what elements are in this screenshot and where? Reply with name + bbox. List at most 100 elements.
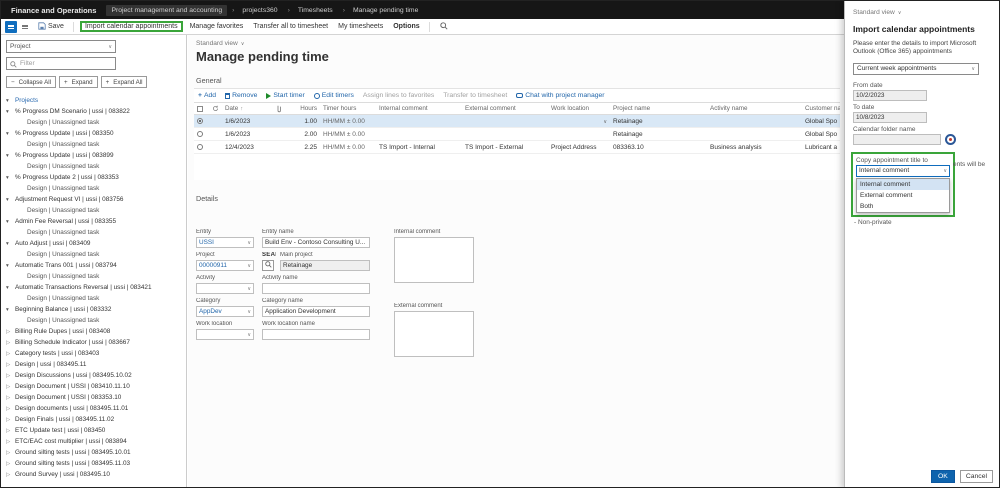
tree-toggle-icon[interactable] — [6, 329, 15, 335]
tree-toggle-icon[interactable] — [6, 241, 15, 247]
hours-cell[interactable]: 2.25 — [286, 141, 320, 153]
toolbar-item[interactable]: Transfer to timesheet — [443, 92, 507, 99]
tree-child-item[interactable]: Design | Unassigned task — [6, 205, 181, 216]
tree-item[interactable]: Design Document | USSI | 083353.10 — [6, 392, 181, 403]
work-location-name-input[interactable] — [262, 329, 370, 340]
tree-item[interactable]: % Progress Update 2 | ussi | 083353 — [6, 172, 181, 183]
tree-item[interactable]: ETC Update test | ussi | 083450 — [6, 425, 181, 436]
activity-name-cell[interactable] — [707, 128, 802, 140]
tree-item[interactable]: % Progress Update | ussi | 083350 — [6, 128, 181, 139]
tree-toggle-icon[interactable] — [6, 450, 15, 456]
filter-input[interactable] — [20, 60, 100, 67]
tree-item[interactable]: % Progress DM Scenario | ussi | 083822 — [6, 106, 181, 117]
timer-hours-cell[interactable]: HH/MM ± 0.00 — [320, 115, 376, 127]
attachment-cell[interactable] — [272, 141, 286, 153]
tree-toggle-icon[interactable] — [6, 395, 15, 401]
attachment-cell[interactable] — [272, 128, 286, 140]
tree-item[interactable]: % Progress Update | ussi | 083899 — [6, 150, 181, 161]
calendar-sync-icon[interactable] — [945, 133, 956, 145]
cancel-button[interactable]: Cancel — [959, 470, 993, 483]
tree-item[interactable]: Billing Rule Dupes | ussi | 083408 — [6, 326, 181, 337]
tree-item[interactable]: Admin Fee Reversal | ussi | 083355 — [6, 216, 181, 227]
expand-button[interactable]: Expand — [58, 76, 98, 88]
section-details-header[interactable]: Details — [196, 194, 846, 203]
internal-comment-cell[interactable]: TS Import - Internal — [376, 141, 462, 153]
tree-child-item[interactable]: Design | Unassigned task — [6, 117, 181, 128]
tree-toggle-icon[interactable] — [6, 406, 15, 412]
tree-toggle-icon[interactable] — [6, 340, 15, 346]
tree-child-item[interactable]: Design | Unassigned task — [6, 271, 181, 282]
project-search-button[interactable] — [262, 260, 274, 271]
category-name-input[interactable]: Application Development — [262, 306, 370, 317]
external-comment-textarea[interactable] — [394, 311, 474, 357]
toolbar-item[interactable]: Edit timers — [313, 92, 354, 99]
column-activity-name[interactable]: Activity name — [707, 103, 802, 114]
tree-item[interactable]: Ground silting tests | ussi | 083495.11.… — [6, 458, 181, 469]
actionbar-item[interactable]: Import calendar appointments — [79, 21, 183, 32]
tree-item[interactable]: Category tests | ussi | 083403 — [6, 348, 181, 359]
date-cell[interactable]: 12/4/2023 — [222, 141, 272, 153]
date-cell[interactable]: 1/6/2023 — [222, 128, 272, 140]
external-comment-cell[interactable] — [462, 128, 548, 140]
tree-item[interactable]: Adjustment Request VI | ussi | 083756 — [6, 194, 181, 205]
tree-toggle-icon[interactable] — [6, 98, 15, 104]
actionbar-item[interactable]: Manage favorites — [185, 22, 249, 31]
work-location-cell[interactable] — [548, 128, 610, 140]
tree-item[interactable]: Design Discussions | ussi | 083495.10.02 — [6, 370, 181, 381]
copy-title-combobox[interactable]: Internal comment — [856, 164, 950, 177]
search-button[interactable] — [436, 21, 452, 32]
project-name-cell[interactable]: 083363.10 — [610, 141, 707, 153]
column-external-comment[interactable]: External comment — [462, 103, 548, 114]
hours-cell[interactable]: 2.00 — [286, 128, 320, 140]
tree-child-item[interactable]: Design | Unassigned task — [6, 293, 181, 304]
tree-item[interactable]: Auto Adjust | ussi | 083409 — [6, 238, 181, 249]
tree-child-item[interactable]: Design | Unassigned task — [6, 227, 181, 238]
attachment-cell[interactable] — [272, 115, 286, 127]
timer-hours-cell[interactable]: HH/MM ± 0.00 — [320, 141, 376, 153]
work-location-cell[interactable]: Project Address — [548, 141, 610, 153]
activity-name-cell[interactable]: Business analysis — [707, 141, 802, 153]
tree-toggle-icon[interactable] — [6, 263, 15, 269]
column-internal-comment[interactable]: Internal comment — [376, 103, 462, 114]
tree-item[interactable]: Ground silting tests | ussi | 083495.10.… — [6, 447, 181, 458]
tree-item[interactable]: Billing Schedule Indicator | ussi | 0836… — [6, 337, 181, 348]
tree-toggle-icon[interactable] — [6, 307, 15, 313]
customer-name-cell[interactable]: Global Spo — [802, 128, 840, 140]
actionbar-item[interactable]: My timesheets — [333, 22, 388, 31]
tree-child-item[interactable]: Design | Unassigned task — [6, 183, 181, 194]
hours-cell[interactable]: 1.00 — [286, 115, 320, 127]
tree-item[interactable]: Design documents | ussi | 083495.11.01 — [6, 403, 181, 414]
appointment-period-select[interactable]: Current week appointments — [853, 62, 979, 75]
save-button[interactable]: Save — [33, 21, 69, 32]
tree-toggle-icon[interactable] — [6, 373, 15, 379]
customer-name-cell[interactable]: Lubricant a — [802, 141, 840, 153]
external-comment-cell[interactable]: TS Import - External — [462, 141, 548, 153]
tree-toggle-icon[interactable] — [6, 351, 15, 357]
select-all-checkbox[interactable] — [194, 103, 209, 114]
tree-toggle-icon[interactable] — [6, 428, 15, 434]
tree-item[interactable]: Beginning Balance | ussi | 083332 — [6, 304, 181, 315]
tree-child-item[interactable]: Design | Unassigned task — [6, 161, 181, 172]
tree-toggle-icon[interactable] — [6, 175, 15, 181]
section-general-header[interactable]: General — [196, 76, 846, 85]
tree-toggle-icon[interactable] — [6, 472, 15, 478]
internal-comment-textarea[interactable] — [394, 237, 474, 283]
entity-input[interactable]: USSI — [196, 237, 254, 248]
nav-menu-button[interactable] — [5, 20, 17, 33]
grid-row[interactable]: 12/4/2023 2.25 HH/MM ± 0.00 TS Import - … — [194, 141, 840, 154]
column-date[interactable]: Date — [222, 103, 272, 114]
breadcrumb-item[interactable]: Manage pending time — [338, 5, 424, 16]
customer-name-cell[interactable]: Global Spo — [802, 115, 840, 127]
column-timer-hours[interactable]: Timer hours — [320, 103, 376, 114]
tree-child-item[interactable]: Design | Unassigned task — [6, 139, 181, 150]
tree-child-item[interactable]: Design | Unassigned task — [6, 249, 181, 260]
external-comment-cell[interactable] — [462, 115, 548, 127]
breadcrumb-item[interactable]: Timesheets — [283, 5, 338, 16]
actionbar-item[interactable]: Options — [388, 22, 424, 31]
column-project-name[interactable]: Project name — [610, 103, 707, 114]
actionbar-item[interactable]: Transfer all to timesheet — [248, 22, 333, 31]
row-select-radio[interactable] — [197, 131, 203, 137]
scope-select[interactable]: Project — [6, 40, 116, 53]
timer-hours-cell[interactable]: HH/MM ± 0.00 — [320, 128, 376, 140]
expand-all-button[interactable]: Expand All — [100, 76, 148, 88]
